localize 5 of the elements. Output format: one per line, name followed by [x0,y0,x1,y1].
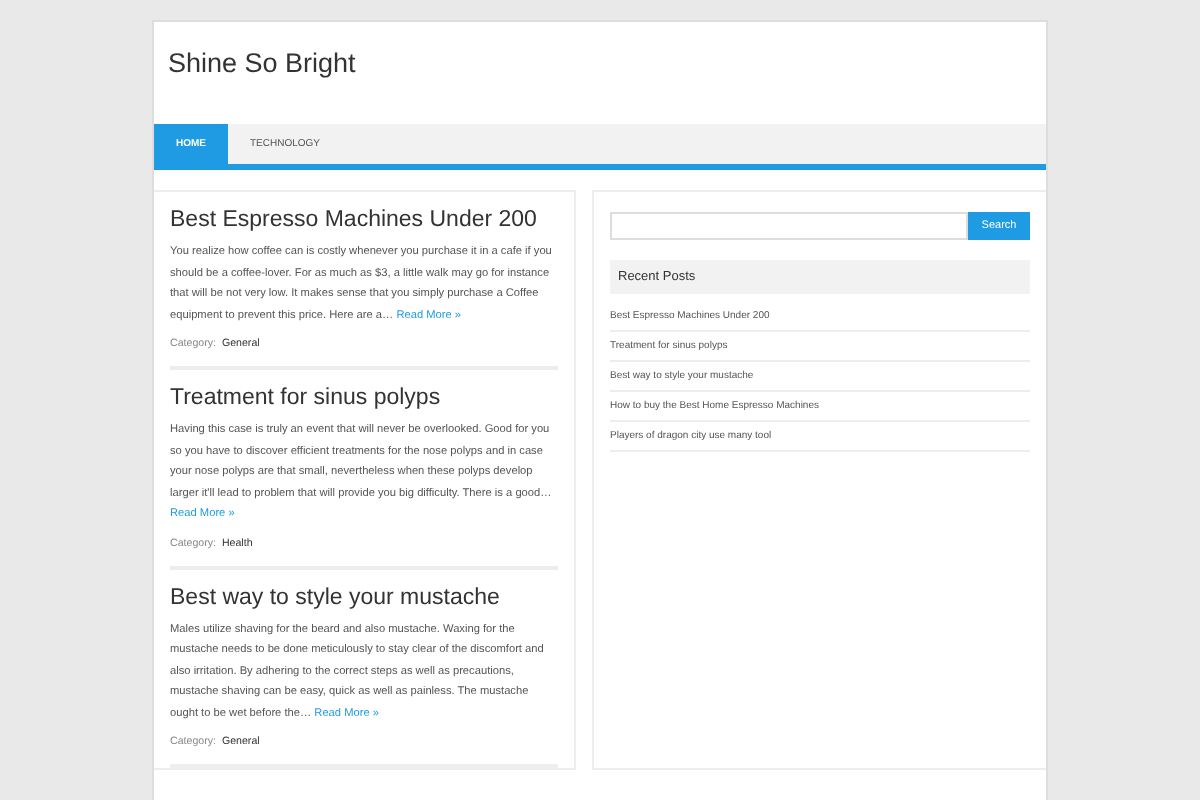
post-title[interactable]: Treatment for sinus polyps [170,386,558,410]
site-title[interactable]: Shine So Bright [168,48,356,78]
post-title[interactable]: Best Espresso Machines Under 200 [170,208,558,232]
search-field[interactable] [610,212,968,240]
post-title[interactable]: Best way to style your mustache [170,585,558,609]
